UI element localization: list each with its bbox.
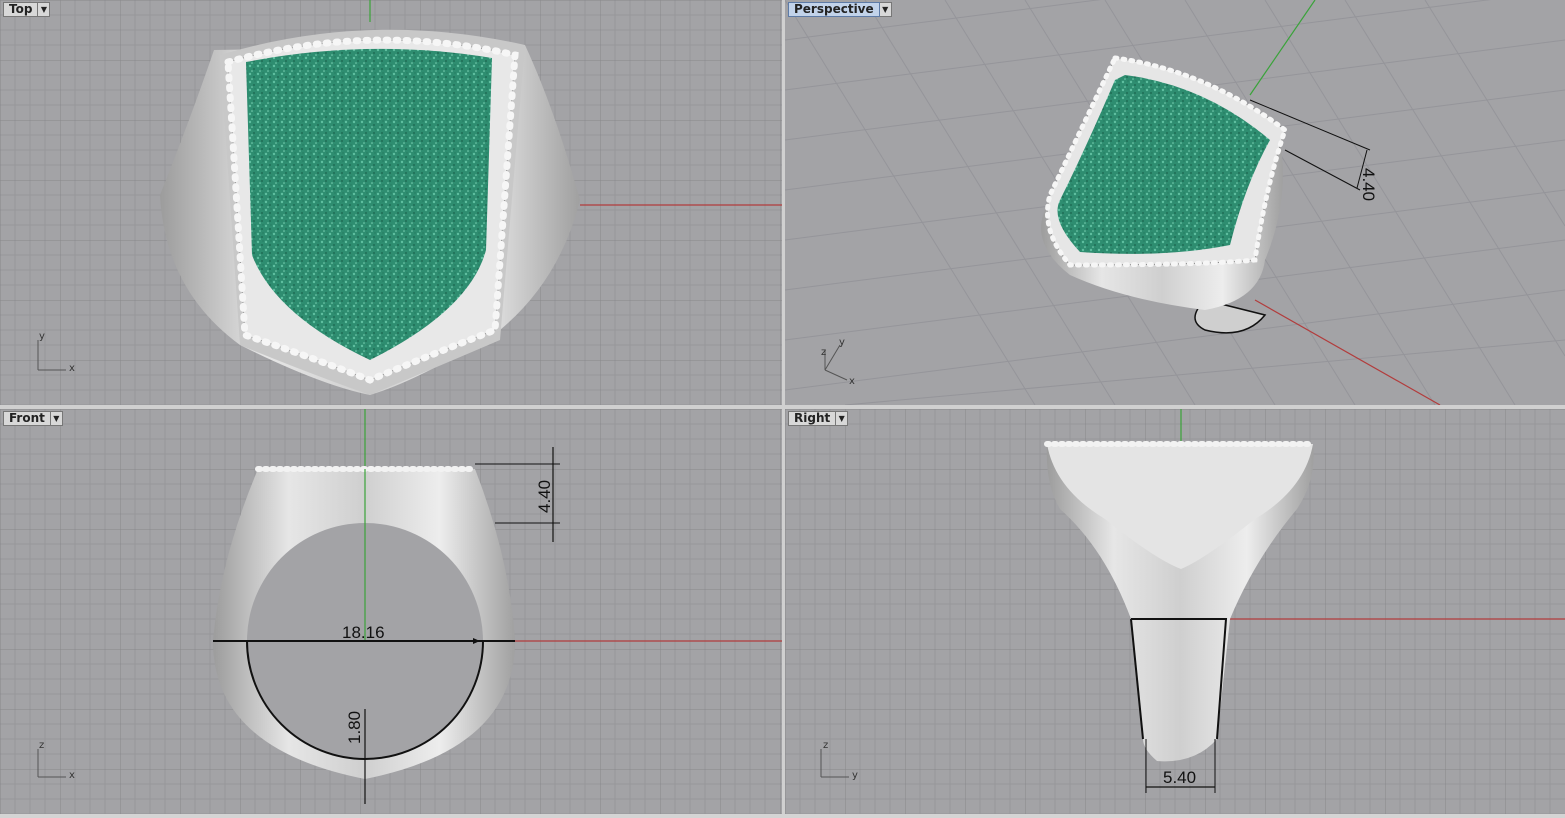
chevron-down-icon[interactable]: ▼ [879, 2, 892, 17]
viewport-label-right[interactable]: Right ▼ [788, 411, 849, 426]
chevron-down-icon[interactable]: ▼ [836, 411, 849, 426]
axis-label-z: z [821, 347, 826, 358]
axis-label-y: y [852, 770, 858, 781]
axis-label-y: y [839, 337, 845, 348]
viewport-label-top[interactable]: Top ▼ [3, 2, 51, 17]
axis-label-z: z [823, 740, 828, 751]
viewport-title-front[interactable]: Front [3, 411, 51, 426]
right-view-canvas[interactable]: 5.40 z y [785, 409, 1565, 814]
viewport-title-right[interactable]: Right [788, 411, 837, 426]
axis-label-z: z [39, 740, 44, 751]
viewport-title-top[interactable]: Top [3, 2, 39, 17]
dimension-width-text: 5.40 [1163, 768, 1196, 787]
viewport-top[interactable]: y x Top ▼ [0, 0, 782, 405]
dimension-text: 4.40 [1359, 168, 1378, 201]
axis-label-x: x [69, 770, 75, 781]
axis-label-x: x [69, 363, 75, 374]
front-view-canvas[interactable]: 4.40 18.16 1.80 z x [0, 409, 782, 814]
viewport-divider-horizontal[interactable] [0, 405, 1565, 409]
axis-label-x: x [849, 376, 855, 387]
chevron-down-icon[interactable]: ▼ [50, 411, 63, 426]
viewport-front[interactable]: 4.40 18.16 1.80 z x Front ▼ [0, 409, 782, 814]
viewport-label-perspective[interactable]: Perspective ▼ [788, 2, 892, 17]
top-view-canvas[interactable]: y x [0, 0, 782, 405]
status-strip [0, 814, 1565, 818]
viewport-perspective[interactable]: 4.40 z y x Perspective ▼ [785, 0, 1565, 405]
perspective-view-canvas[interactable]: 4.40 z y x [785, 0, 1565, 405]
viewport-title-perspective[interactable]: Perspective [788, 2, 880, 17]
dimension-height-text: 4.40 [535, 480, 554, 513]
viewport-right[interactable]: 5.40 z y Right ▼ [785, 409, 1565, 814]
dimension-thickness-text: 1.80 [345, 711, 364, 744]
axis-label-y: y [39, 331, 45, 342]
viewport-label-front[interactable]: Front ▼ [3, 411, 63, 426]
chevron-down-icon[interactable]: ▼ [38, 2, 51, 17]
dimension-diameter-text: 18.16 [342, 623, 385, 642]
